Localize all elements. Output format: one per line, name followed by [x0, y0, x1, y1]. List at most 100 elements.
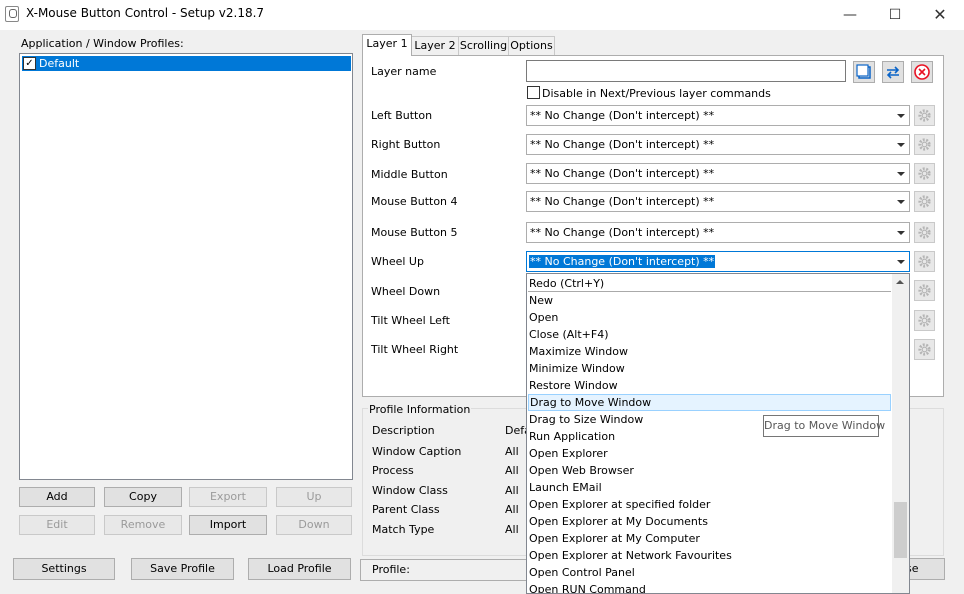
wheel-up-settings[interactable]	[914, 251, 935, 272]
left-button-label: Left Button	[371, 109, 433, 122]
dropdown-item[interactable]: Launch EMail	[528, 479, 891, 496]
dropdown-item[interactable]: Open Explorer	[528, 445, 891, 462]
dropdown-item[interactable]: Open Web Browser	[528, 462, 891, 479]
dropdown-item[interactable]: New	[528, 292, 891, 309]
profile-checkbox[interactable]: ✓	[23, 57, 36, 70]
dropdown-item[interactable]: Minimize Window	[528, 360, 891, 377]
mouse-button-5-select[interactable]: ** No Change (Don't intercept) **	[526, 222, 910, 243]
profile-item-label: Default	[39, 57, 80, 70]
chevron-down-icon	[897, 143, 905, 147]
profile-info-title: Profile Information	[368, 403, 472, 416]
profiles-label: Application / Window Profiles:	[21, 37, 184, 50]
dropdown-item[interactable]: Open	[528, 309, 891, 326]
mouse-button-4-label: Mouse Button 4	[371, 195, 458, 208]
copy-button[interactable]: Copy	[104, 487, 182, 507]
tab-layer-2[interactable]: Layer 2	[411, 36, 459, 55]
tab-options[interactable]: Options	[508, 36, 555, 55]
info-window-caption-value: All	[505, 445, 519, 458]
gear-icon	[918, 109, 931, 122]
dropdown-item[interactable]: Open RUN Command	[528, 581, 891, 593]
window-title: X-Mouse Button Control - Setup v2.18.7	[26, 6, 265, 20]
left-button-select[interactable]: ** No Change (Don't intercept) **	[526, 105, 910, 126]
right-button-label: Right Button	[371, 138, 441, 151]
settings-button[interactable]: Settings	[13, 558, 115, 580]
info-parent-class-value: All	[505, 503, 519, 516]
mouse-button-4-value: ** No Change (Don't intercept) **	[530, 195, 715, 208]
middle-button-settings[interactable]	[914, 163, 935, 184]
dropdown-item[interactable]: Open Explorer at Network Favourites	[528, 547, 891, 564]
profile-status-label: Profile:	[372, 563, 410, 576]
gear-icon	[918, 138, 931, 151]
info-description-label: Description	[372, 424, 435, 437]
chevron-down-icon	[897, 172, 905, 176]
right-button-value: ** No Change (Don't intercept) **	[530, 138, 715, 151]
gear-icon	[918, 167, 931, 180]
add-button[interactable]: Add	[19, 487, 95, 507]
wheel-up-select[interactable]: ** No Change (Don't intercept) **	[526, 251, 910, 272]
save-profile-button[interactable]: Save Profile	[131, 558, 234, 580]
swap-layer-button[interactable]	[882, 61, 904, 83]
info-process-value: All	[505, 464, 519, 477]
dropdown-item[interactable]: Restore Window	[528, 377, 891, 394]
right-button-select[interactable]: ** No Change (Don't intercept) **	[526, 134, 910, 155]
tab-scrolling[interactable]: Scrolling	[458, 36, 509, 55]
gear-icon	[918, 255, 931, 268]
remove-circle-icon	[914, 64, 930, 80]
swap-arrows-icon	[886, 66, 900, 79]
wheel-up-value: ** No Change (Don't intercept) **	[529, 255, 716, 268]
profile-item-default[interactable]: ✓ Default	[22, 56, 351, 71]
load-profile-button[interactable]: Load Profile	[248, 558, 351, 580]
info-match-type-label: Match Type	[372, 523, 435, 536]
close-window-button[interactable]: ✕	[917, 0, 963, 30]
chevron-down-icon	[897, 260, 905, 264]
mouse-button-4-select[interactable]: ** No Change (Don't intercept) **	[526, 191, 910, 212]
clear-layer-button[interactable]	[911, 61, 933, 83]
dropdown-item[interactable]: Redo (Ctrl+Y)	[528, 275, 891, 292]
chevron-down-icon	[897, 200, 905, 204]
mouse-button-5-settings[interactable]	[914, 222, 935, 243]
left-button-value: ** No Change (Don't intercept) **	[530, 109, 715, 122]
dropdown-scrollbar[interactable]	[892, 274, 909, 593]
tilt-wheel-right-settings[interactable]	[914, 339, 935, 360]
dropdown-item[interactable]: Open Explorer at My Documents	[528, 513, 891, 530]
middle-button-select[interactable]: ** No Change (Don't intercept) **	[526, 163, 910, 184]
wheel-down-label: Wheel Down	[371, 285, 441, 298]
tilt-wheel-left-settings[interactable]	[914, 310, 935, 331]
left-button-settings[interactable]	[914, 105, 935, 126]
mouse-button-5-value: ** No Change (Don't intercept) **	[530, 226, 715, 239]
maximize-button[interactable]: ☐	[872, 0, 918, 30]
dropdown-item[interactable]: Open Explorer at My Computer	[528, 530, 891, 547]
tab-layer-1[interactable]: Layer 1	[362, 34, 412, 56]
minimize-button[interactable]: —	[827, 0, 873, 30]
scroll-up-arrow-icon[interactable]	[896, 280, 904, 284]
copy-layer-button[interactable]	[853, 61, 875, 83]
chevron-down-icon	[897, 114, 905, 118]
dropdown-item[interactable]: Close (Alt+F4)	[528, 326, 891, 343]
right-button-settings[interactable]	[914, 134, 935, 155]
info-parent-class-label: Parent Class	[372, 503, 440, 516]
dropdown-item[interactable]: Maximize Window	[528, 343, 891, 360]
gear-icon	[918, 195, 931, 208]
wheel-down-settings[interactable]	[914, 280, 935, 301]
mouse-button-4-settings[interactable]	[914, 191, 935, 212]
dropdown-item[interactable]: Open Explorer at specified folder	[528, 496, 891, 513]
middle-button-label: Middle Button	[371, 168, 448, 181]
down-button[interactable]: Down	[276, 515, 352, 535]
profiles-list[interactable]: ✓ Default	[19, 53, 353, 480]
disable-layer-checkbox[interactable]	[527, 86, 540, 99]
info-window-class-value: All	[505, 484, 519, 497]
import-button[interactable]: Import	[189, 515, 267, 535]
scroll-thumb[interactable]	[894, 502, 907, 558]
chevron-down-icon	[897, 231, 905, 235]
remove-button[interactable]: Remove	[104, 515, 182, 535]
middle-button-value: ** No Change (Don't intercept) **	[530, 167, 715, 180]
gear-icon	[918, 284, 931, 297]
profile-status-box: Profile:	[360, 559, 530, 581]
edit-button[interactable]: Edit	[19, 515, 95, 535]
dropdown-item-hovered[interactable]: Drag to Move Window	[528, 394, 891, 411]
up-button[interactable]: Up	[276, 487, 352, 507]
layer-name-input[interactable]	[526, 60, 846, 82]
dropdown-item[interactable]: Open Control Panel	[528, 564, 891, 581]
export-button[interactable]: Export	[189, 487, 267, 507]
gear-icon	[918, 343, 931, 356]
